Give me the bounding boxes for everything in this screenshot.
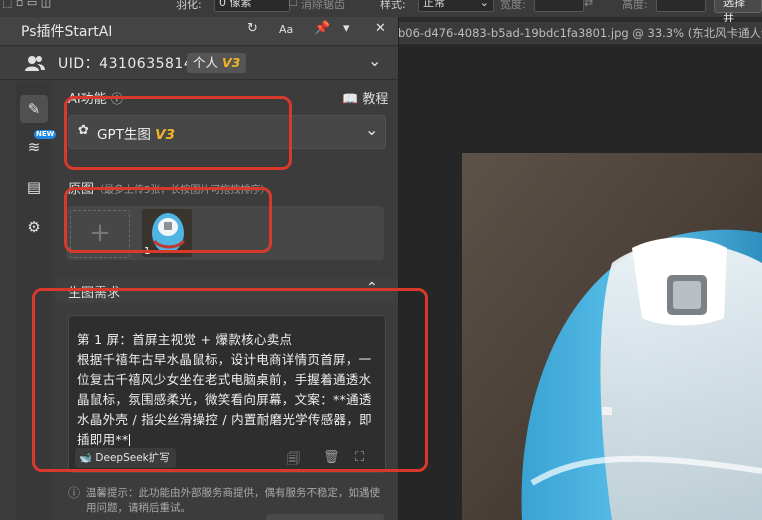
- select-and-mask-button[interactable]: 选择并: [714, 0, 762, 25]
- canvas-photo: [462, 153, 762, 520]
- source-image-label-text: 原图: [68, 182, 95, 197]
- service-tip-text: 温馨提示：此功能由外部服务商提供，偶有服务不稳定，如遇使用问题，请稍后重试。: [86, 487, 380, 514]
- deepseek-expand-button[interactable]: 🐋 DeepSeek扩写: [75, 448, 176, 468]
- prompt-text: 第 1 屏：首屏主视觉 + 爆款核心卖点 根据千禧年古早水晶鼠标，设计电商详情页…: [77, 330, 379, 446]
- style-select[interactable]: 正常 ⌄: [418, 0, 494, 12]
- font-size-icon[interactable]: Aa: [279, 23, 293, 36]
- book-icon: 📖: [342, 92, 359, 107]
- version-badge: V3: [222, 55, 241, 70]
- requirement-section-header[interactable]: 生图需求 ⌃: [56, 279, 398, 303]
- source-image-upload: + 1: [66, 206, 384, 260]
- ai-function-label: AI功能 ⓘ: [68, 88, 123, 107]
- source-image-label: 原图（最多上传5张，长按图片可拖拽排序）: [68, 178, 270, 197]
- prompt-content: 第 1 屏：首屏主视觉 + 爆款核心卖点 根据千禧年古早水晶鼠标，设计电商详情页…: [77, 332, 372, 446]
- account-row[interactable]: UID：4310635814 个人 V3 ⌄: [0, 47, 398, 80]
- deepseek-whale-icon: 🐋: [79, 452, 93, 464]
- add-image-button[interactable]: +: [70, 210, 130, 258]
- layers-icon: ≋: [27, 138, 41, 156]
- requirement-label: 生图需求: [68, 286, 121, 301]
- tutorial-label: 教程: [362, 92, 389, 107]
- account-type-label: 个人: [193, 55, 219, 70]
- panel-content: AI功能 ⓘ 📖 教程 ✿ GPT生图 V3 ⌄ 原图（最多上传5张，长按图片可…: [56, 81, 398, 520]
- feather-label: 羽化:: [176, 0, 202, 11]
- generate-button-edge[interactable]: [266, 514, 384, 520]
- sidebar-item-settings[interactable]: ⚙: [20, 213, 48, 241]
- trash-icon[interactable]: 🗑: [323, 450, 340, 465]
- gpt-flower-icon: ✿: [78, 123, 89, 138]
- account-type-badge: 个人 V3: [187, 53, 247, 73]
- tutorial-link[interactable]: 📖 教程: [342, 88, 388, 107]
- clipboard-icon: ▤: [26, 178, 42, 196]
- style-value: 正常: [423, 0, 445, 9]
- chevron-down-icon: ⌄: [365, 120, 379, 139]
- close-icon[interactable]: ✕: [375, 21, 386, 36]
- text-cursor: [128, 433, 130, 446]
- ai-function-version-badge: V3: [155, 127, 175, 143]
- document-tab-title: b06-d476-4083-b5ad-19bdc1fa3801.jpg @ 33…: [398, 26, 762, 40]
- style-label: 样式:: [380, 0, 406, 11]
- panel-header: Ps插件StartAI ↻ Aa 📌 ▾ ✕: [0, 17, 398, 46]
- pen-icon: ✎: [27, 100, 41, 118]
- pin-icon[interactable]: 📌: [314, 21, 330, 36]
- uid-text: UID：4310635814: [58, 56, 194, 72]
- sidebar-item-notes[interactable]: ▤: [20, 173, 48, 201]
- collapse-icon[interactable]: ▾: [343, 21, 350, 36]
- thumbnail-index: 1: [144, 246, 151, 257]
- swap-icon[interactable]: ⇄: [584, 0, 593, 9]
- width-label: 宽度:: [500, 0, 526, 11]
- chevron-up-icon: ⌃: [366, 280, 378, 296]
- prompt-textarea[interactable]: 第 1 屏：首屏主视觉 + 爆款核心卖点 根据千禧年古早水晶鼠标，设计电商详情页…: [68, 315, 386, 473]
- sidebar-item-layers[interactable]: ≋ NEW: [20, 130, 57, 161]
- feather-input[interactable]: 0 像素: [214, 0, 290, 12]
- startai-panel: Ps插件StartAI ↻ Aa 📌 ▾ ✕ UID：4310635814 个人…: [0, 17, 399, 520]
- new-badge: NEW: [34, 130, 57, 139]
- users-icon: [25, 56, 45, 71]
- height-label: 高度:: [622, 0, 648, 11]
- help-icon[interactable]: ⓘ: [111, 92, 123, 106]
- ai-function-label-text: AI功能: [68, 92, 107, 107]
- source-image-thumbnail[interactable]: 1: [142, 209, 192, 257]
- ai-function-selected-label: GPT生图: [97, 127, 151, 143]
- ps-options-bar: ⬚ ▫ ▭ ◫ 羽化: 0 像素 ☐ 消除锯齿 样式: 正常 ⌄ 宽度: ⇄ 高度…: [0, 0, 762, 25]
- deepseek-expand-label: DeepSeek扩写: [95, 452, 170, 464]
- expand-icon[interactable]: ⛶: [355, 450, 364, 465]
- ai-function-select[interactable]: ✿ GPT生图 V3 ⌄: [68, 115, 386, 149]
- panel-sidebar: ✎ ≋ NEW ▤ ⚙: [16, 81, 57, 520]
- width-input[interactable]: [534, 0, 584, 12]
- chevron-down-icon: ⌄: [479, 0, 489, 9]
- antialias-label: 消除锯齿: [301, 0, 345, 11]
- refresh-icon[interactable]: ↻: [247, 21, 258, 36]
- marquee-tool-icon[interactable]: ⬚ ▫ ▭ ◫: [2, 0, 51, 9]
- gear-icon: ⚙: [27, 218, 41, 236]
- crystal-mouse-image: [462, 153, 762, 520]
- chevron-down-icon[interactable]: ⌄: [368, 51, 381, 70]
- ai-function-selected: GPT生图 V3: [97, 123, 175, 143]
- panel-title: Ps插件StartAI: [21, 24, 113, 40]
- source-image-hint: （最多上传5张，长按图片可拖拽排序）: [94, 185, 271, 196]
- height-input[interactable]: [656, 0, 706, 12]
- antialias-checkbox[interactable]: ☐: [288, 0, 298, 9]
- document-tab[interactable]: b06-d476-4083-b5ad-19bdc1fa3801.jpg @ 33…: [398, 22, 762, 44]
- sidebar-item-ai[interactable]: ✎: [20, 95, 48, 123]
- info-icon: ⓘ: [68, 486, 81, 500]
- prompt-library-icon[interactable]: 🗐: [287, 450, 300, 472]
